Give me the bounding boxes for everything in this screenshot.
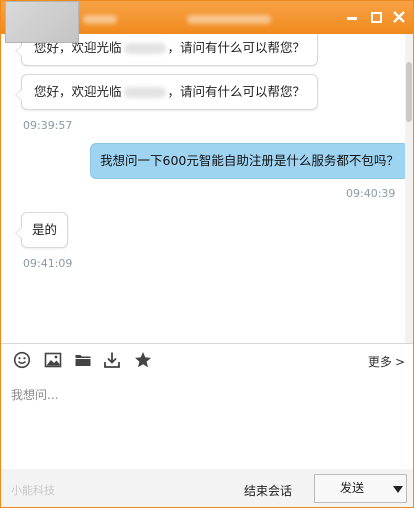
file-button[interactable]	[74, 351, 92, 369]
send-options-dropdown[interactable]	[388, 474, 407, 503]
maximize-icon	[371, 12, 382, 23]
redacted-name	[123, 43, 166, 54]
download-icon	[104, 352, 120, 368]
message-text: 是的	[32, 222, 58, 237]
star-icon	[135, 352, 151, 368]
message-input[interactable]	[1, 376, 413, 469]
chevron-right-icon: >	[394, 355, 405, 369]
message-text-after: ，请问有什么可以帮您？	[167, 40, 306, 55]
message-text-before: 您好，欢迎光临	[34, 84, 122, 99]
emoji-button[interactable]	[13, 351, 31, 369]
favorite-button[interactable]	[134, 351, 152, 369]
chat-window: 您好，欢迎光临 ，请问有什么可以帮您？ 您好，欢迎光临 ，请问有什么可以帮您？ 09…	[0, 0, 414, 508]
minimize-icon	[347, 17, 357, 20]
brand-watermark: 小能科技	[11, 484, 55, 497]
close-button[interactable]	[392, 10, 406, 24]
bottom-bar: 小能科技 结束会话 发送	[1, 469, 413, 507]
more-label: 更多	[367, 355, 392, 369]
message-timestamp: 09:39:57	[23, 119, 73, 132]
close-icon	[393, 11, 405, 23]
avatar	[5, 1, 79, 43]
message-incoming: 您好，欢迎光临 ，请问有什么可以帮您？	[15, 74, 319, 110]
input-toolbar: 更多 >	[1, 343, 413, 377]
folder-icon	[75, 355, 91, 366]
bubble-tail	[15, 89, 22, 101]
download-button[interactable]	[103, 351, 121, 369]
more-button[interactable]: 更多 >	[365, 353, 405, 370]
message-timestamp: 09:41:09	[23, 257, 73, 270]
image-button[interactable]	[44, 351, 62, 369]
end-session-button[interactable]: 结束会话	[244, 482, 292, 499]
message-text: 我想问一下600元智能自助注册是什么服务都不包吗？	[100, 153, 399, 168]
message-list[interactable]: 您好，欢迎光临 ，请问有什么可以帮您？ 您好，欢迎光临 ，请问有什么可以帮您？ 09…	[1, 34, 405, 343]
scrollbar-thumb[interactable]	[406, 62, 412, 122]
bubble-tail	[15, 45, 22, 57]
message-text-after: ，请问有什么可以帮您？	[167, 84, 306, 99]
minimize-button[interactable]	[345, 10, 359, 24]
bubble-tail	[15, 227, 22, 239]
title-blurred-text	[83, 15, 117, 24]
redacted-name	[123, 87, 166, 98]
image-icon	[44, 352, 62, 368]
title-blurred-text-2	[187, 15, 271, 24]
maximize-button[interactable]	[369, 10, 383, 24]
message-timestamp: 09:40:39	[346, 187, 396, 200]
emoji-icon	[13, 351, 31, 369]
message-outgoing: 我想问一下600元智能自助注册是什么服务都不包吗？	[90, 143, 405, 179]
scrollbar[interactable]	[405, 34, 413, 343]
send-button[interactable]: 发送	[314, 474, 390, 503]
message-incoming: 是的	[15, 212, 69, 248]
